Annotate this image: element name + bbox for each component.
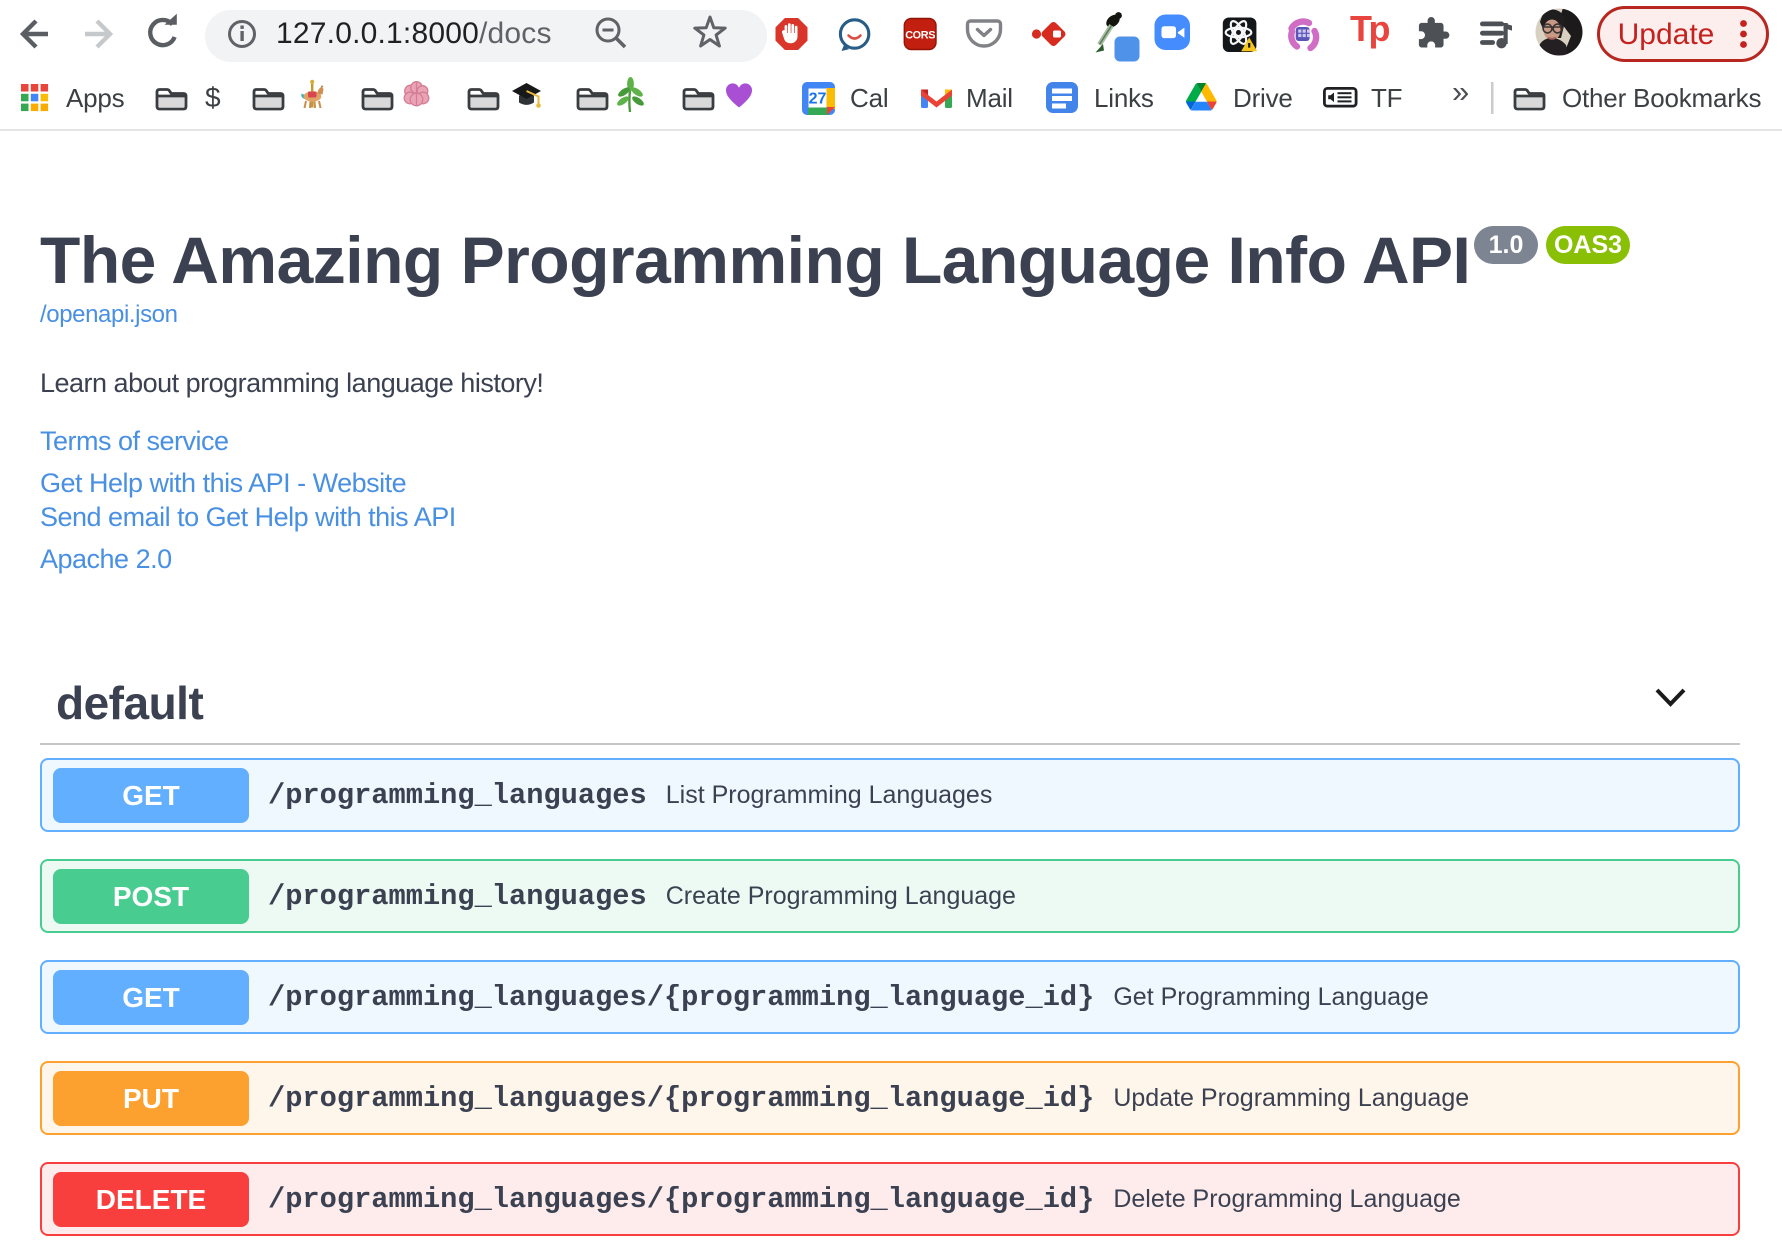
svg-text:CORS: CORS xyxy=(905,30,935,42)
svg-text:27: 27 xyxy=(809,91,827,108)
svg-text:Tp: Tp xyxy=(1350,8,1389,49)
